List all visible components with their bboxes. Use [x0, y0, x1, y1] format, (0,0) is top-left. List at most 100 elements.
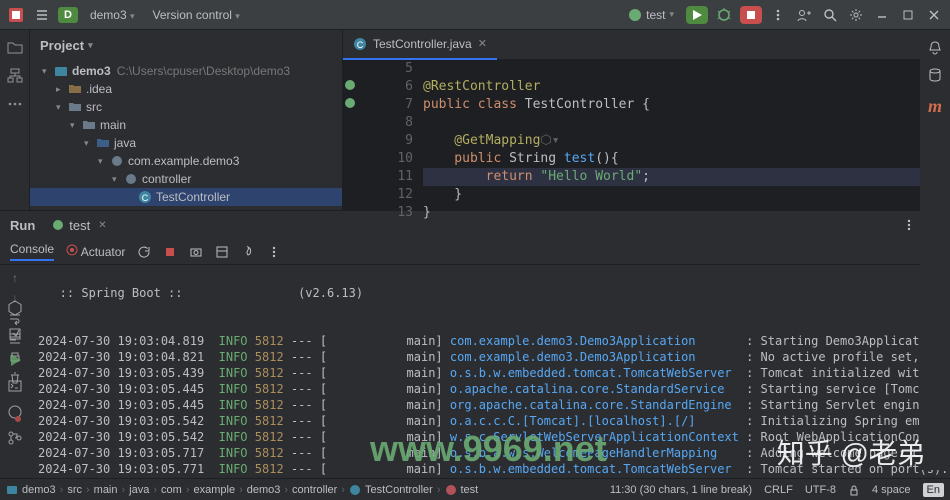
lock-icon: [848, 484, 860, 496]
tab-close-icon[interactable]: ✕: [478, 37, 487, 50]
debug-button[interactable]: [714, 5, 734, 25]
tree-src-folder[interactable]: ▾ src: [30, 98, 342, 116]
debug-tool-button[interactable]: [7, 326, 23, 342]
folder-icon: [7, 40, 23, 56]
breadcrumb-item[interactable]: main: [94, 484, 118, 496]
spring-leaf-icon: [628, 8, 642, 22]
ellipsis-icon: [7, 96, 23, 112]
tree-java-folder[interactable]: ▾ java: [30, 134, 342, 152]
log-line: 2024-07-30 19:03:05.439 INFO 5812 --- [ …: [38, 365, 942, 381]
breadcrumb-item[interactable]: TestController: [365, 484, 433, 496]
tree-package[interactable]: ▾ com.example.demo3: [30, 152, 342, 170]
breadcrumb-item[interactable]: java: [129, 484, 149, 496]
structure-tool-button[interactable]: [7, 68, 23, 84]
readonly-toggle[interactable]: [848, 484, 860, 496]
profiler-button[interactable]: [241, 245, 255, 259]
input-language[interactable]: En: [923, 483, 944, 497]
line-number: 11: [363, 168, 413, 186]
log-line: 2024-07-30 19:03:05.445 INFO 5812 --- [ …: [38, 397, 942, 413]
collaborators-button[interactable]: [794, 5, 814, 25]
person-plus-icon: [797, 8, 811, 22]
controller-folder-label: controller: [142, 172, 191, 186]
package-icon: [124, 172, 138, 186]
breadcrumb-item[interactable]: demo3: [22, 484, 56, 496]
breadcrumb-item[interactable]: test: [461, 484, 479, 496]
actuator-tab-label: Actuator: [81, 245, 126, 259]
search-button[interactable]: [820, 5, 840, 25]
tree-root[interactable]: ▾ demo3 C:\Users\cpuser\Desktop\demo3: [30, 62, 342, 80]
editor-code-area[interactable]: @RestController public class TestControl…: [423, 60, 950, 222]
run-config-selector[interactable]: test ▾: [622, 6, 680, 24]
project-name-label: demo3: [90, 8, 127, 22]
bug-icon: [717, 8, 731, 22]
breadcrumb-item[interactable]: demo3: [247, 484, 281, 496]
run-config-tab[interactable]: test ✕: [45, 216, 112, 235]
run-tool-button[interactable]: [7, 352, 23, 368]
version-control-dropdown[interactable]: Version control ▾: [147, 8, 246, 22]
tree-controller-folder[interactable]: ▾ controller: [30, 170, 342, 188]
zhihu-watermark: 知乎 @老弟: [777, 432, 925, 472]
line-number: 12: [363, 186, 413, 204]
more-actions-button[interactable]: [768, 5, 788, 25]
terminal-button[interactable]: [7, 378, 23, 394]
code-text: (){: [595, 151, 618, 166]
project-dropdown[interactable]: demo3 ▾: [84, 8, 141, 22]
breadcrumb-item[interactable]: src: [67, 484, 82, 496]
breadcrumb-item[interactable]: controller: [292, 484, 337, 496]
git-button[interactable]: [7, 430, 23, 446]
editor-tab[interactable]: C TestController.java ✕: [343, 30, 497, 60]
close-window-button[interactable]: [924, 5, 944, 25]
breadcrumb-trail[interactable]: demo3› src› main› java› com› example› de…: [22, 484, 478, 496]
project-header-label: Project: [40, 38, 84, 53]
java-folder-label: java: [114, 136, 136, 150]
notification-dot: [15, 416, 21, 422]
database-button[interactable]: [927, 68, 943, 84]
main-folder-label: main: [100, 118, 126, 132]
settings-button[interactable]: [846, 5, 866, 25]
project-panel-header[interactable]: Project ▾: [30, 30, 342, 60]
project-tool-button[interactable]: [7, 40, 23, 56]
line-ending[interactable]: CRLF: [764, 484, 793, 496]
encoding[interactable]: UTF-8: [805, 484, 836, 496]
breadcrumb-item[interactable]: example: [193, 484, 235, 496]
cursor-position[interactable]: 11:30 (30 chars, 1 line break): [610, 484, 752, 496]
layout-button[interactable]: [215, 245, 229, 259]
editor-gutter[interactable]: 5 6 7 8 9 10 11 12 13: [363, 60, 423, 222]
src-folder-label: src: [86, 100, 102, 114]
app-menu-icon[interactable]: [6, 5, 26, 25]
idea-folder-label: .idea: [86, 82, 112, 96]
code-line: [423, 114, 950, 132]
log-line: 2024-07-30 19:03:05.542 INFO 5812 --- [ …: [38, 413, 942, 429]
console-tab[interactable]: Console: [10, 242, 54, 261]
hamburger-icon[interactable]: [32, 5, 52, 25]
problems-button[interactable]: [7, 404, 23, 420]
stop-console-button[interactable]: [163, 245, 177, 259]
services-button[interactable]: [7, 300, 23, 316]
stop-button[interactable]: [740, 6, 762, 24]
tab-close-icon[interactable]: ✕: [98, 220, 106, 231]
rerun-button[interactable]: [137, 245, 151, 259]
status-module-icon: [6, 484, 18, 496]
spring-leaf-icon: [343, 78, 357, 92]
tree-idea-folder[interactable]: ▸ .idea: [30, 80, 342, 98]
actuator-tab[interactable]: Actuator: [66, 244, 125, 259]
tree-test-controller[interactable]: C TestController: [30, 188, 342, 206]
code-annotation: @RestController: [423, 79, 540, 94]
branch-icon: [7, 430, 23, 446]
tree-main-folder[interactable]: ▾ main: [30, 116, 342, 134]
camera-icon: [189, 245, 203, 259]
structure-icon: [7, 68, 23, 84]
indent-setting[interactable]: 4 space: [872, 484, 911, 496]
minimize-button[interactable]: [872, 5, 892, 25]
maximize-button[interactable]: [898, 5, 918, 25]
dump-button[interactable]: [189, 245, 203, 259]
breadcrumb-item[interactable]: com: [161, 484, 182, 496]
source-folder-icon: [96, 136, 110, 150]
more-tools-button[interactable]: [7, 96, 23, 112]
more-run-actions[interactable]: [267, 245, 281, 259]
inlay-hint-icon[interactable]: ⬡▾: [540, 133, 559, 148]
maven-button[interactable]: m: [928, 96, 942, 117]
run-button[interactable]: [686, 6, 708, 24]
notifications-button[interactable]: [927, 40, 943, 56]
code-keyword: public: [423, 151, 509, 166]
